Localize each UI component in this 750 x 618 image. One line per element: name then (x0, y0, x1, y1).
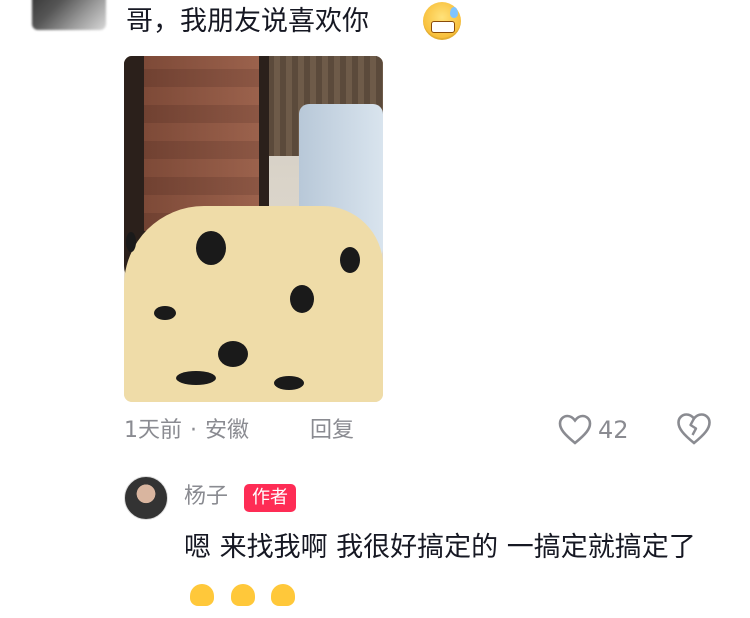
finger-heart-emoji-icon: ♥ (188, 576, 216, 606)
comment-meta: 1天前 · 安徽 (124, 414, 249, 448)
comment-location: 安徽 (205, 418, 250, 443)
commenter-avatar[interactable] (32, 0, 106, 30)
dress-dot (176, 371, 216, 385)
reply-text: 嗯 来找我啊 我很好搞定的 一搞定就搞定了 ♥ ♥ ♥ (184, 525, 724, 617)
reply-avatar[interactable] (124, 476, 168, 520)
finger-heart-emoji-icon: ♥ (229, 576, 257, 606)
dislike-button[interactable] (676, 412, 712, 448)
comment-time: 1天前 (124, 418, 182, 443)
polka-dot-dress (124, 206, 383, 402)
dress-dot (274, 376, 304, 390)
comment-photo[interactable] (124, 56, 383, 402)
like-button[interactable]: 42 (558, 412, 629, 448)
author-badge: 作者 (244, 484, 296, 512)
dress-dot (154, 306, 176, 320)
broken-heart-icon (677, 413, 711, 445)
finger-heart-emoji-icon: ♥ (269, 576, 297, 606)
dress-dot (340, 247, 360, 273)
grinning-sweat-emoji-icon (423, 2, 461, 40)
dress-dot (126, 232, 136, 252)
reply-text-content: 嗯 来找我啊 我很好搞定的 一搞定就搞定了 (184, 532, 696, 563)
heart-outline-icon (558, 414, 592, 445)
meta-separator: · (190, 418, 197, 443)
reply-username[interactable]: 杨子 (184, 481, 228, 513)
blurred-face (144, 56, 259, 231)
reply-button[interactable]: 回复 (310, 414, 354, 448)
dress-dot (218, 341, 248, 367)
dress-dot (196, 231, 226, 265)
comment-text: 哥，我朋友说喜欢你 (126, 6, 369, 37)
dress-dot (290, 285, 314, 313)
like-count: 42 (598, 416, 629, 444)
